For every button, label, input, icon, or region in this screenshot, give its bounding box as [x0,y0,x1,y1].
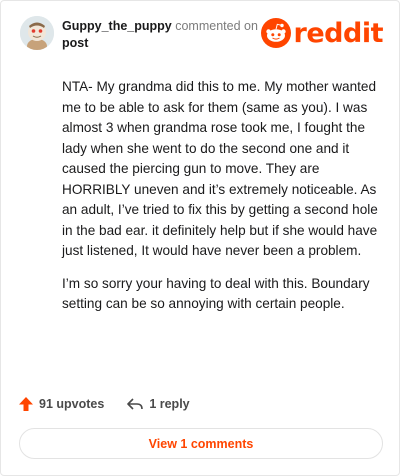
action-text: commented on [175,19,258,33]
view-comments-button[interactable]: View 1 comments [19,428,383,459]
comment-card: Guppy_the_puppy commented on post reddit… [0,0,400,476]
upvote-arrow-icon [19,397,33,411]
username-link[interactable]: Guppy_the_puppy [62,19,172,33]
reply-button[interactable]: 1 reply [126,396,190,412]
reply-count: 1 reply [149,397,190,411]
reply-arrow-icon [127,398,144,410]
reddit-logo[interactable]: reddit [260,16,384,50]
comment-paragraph-2: I’m so sorry your having to deal with th… [62,275,370,312]
comment-header: Guppy_the_puppy commented on post reddit [20,16,384,56]
comment-body: NTA- My grandma did this to me. My mothe… [62,77,380,327]
comment-footer: 91 upvotes 1 reply [18,394,212,414]
reddit-wordmark: reddit [293,17,384,49]
snoo-avatar-icon [20,16,54,50]
comment-paragraph-1: NTA- My grandma did this to me. My mothe… [62,79,378,258]
post-link[interactable]: post [62,35,262,52]
comment-meta: Guppy_the_puppy commented on post [62,18,262,52]
reddit-snoo-icon [260,18,291,48]
user-avatar[interactable] [20,16,54,50]
upvote-count: 91 upvotes [39,397,105,411]
upvote-button[interactable]: 91 upvotes [18,396,104,412]
